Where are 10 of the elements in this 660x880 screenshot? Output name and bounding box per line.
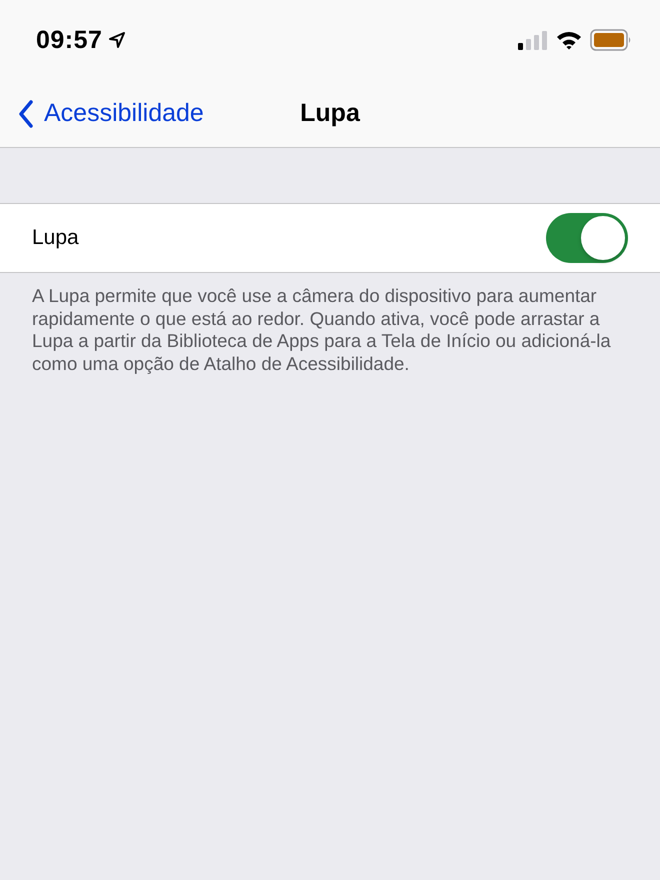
- toggle-switch[interactable]: [546, 213, 628, 263]
- description-text: A Lupa permite que você use a câmera do dispositivo para aumentar rapidamente o que está ao redor. Quando ativa, você pode arrastar a Lupa a partir da Biblioteca de Apps para a Tela de Início ou adicioná-la como uma opção de Atalho de Acessibilidade.: [32, 285, 612, 375]
- chevron-left-icon: [18, 100, 34, 128]
- setting-label: Lupa: [32, 226, 79, 250]
- page-title: Lupa: [300, 99, 360, 128]
- back-button[interactable]: Acessibilidade: [18, 99, 204, 128]
- wifi-icon: [556, 30, 582, 50]
- signal-icon: [518, 30, 548, 50]
- status-time: 09:57: [36, 26, 102, 54]
- battery-icon: [590, 29, 632, 51]
